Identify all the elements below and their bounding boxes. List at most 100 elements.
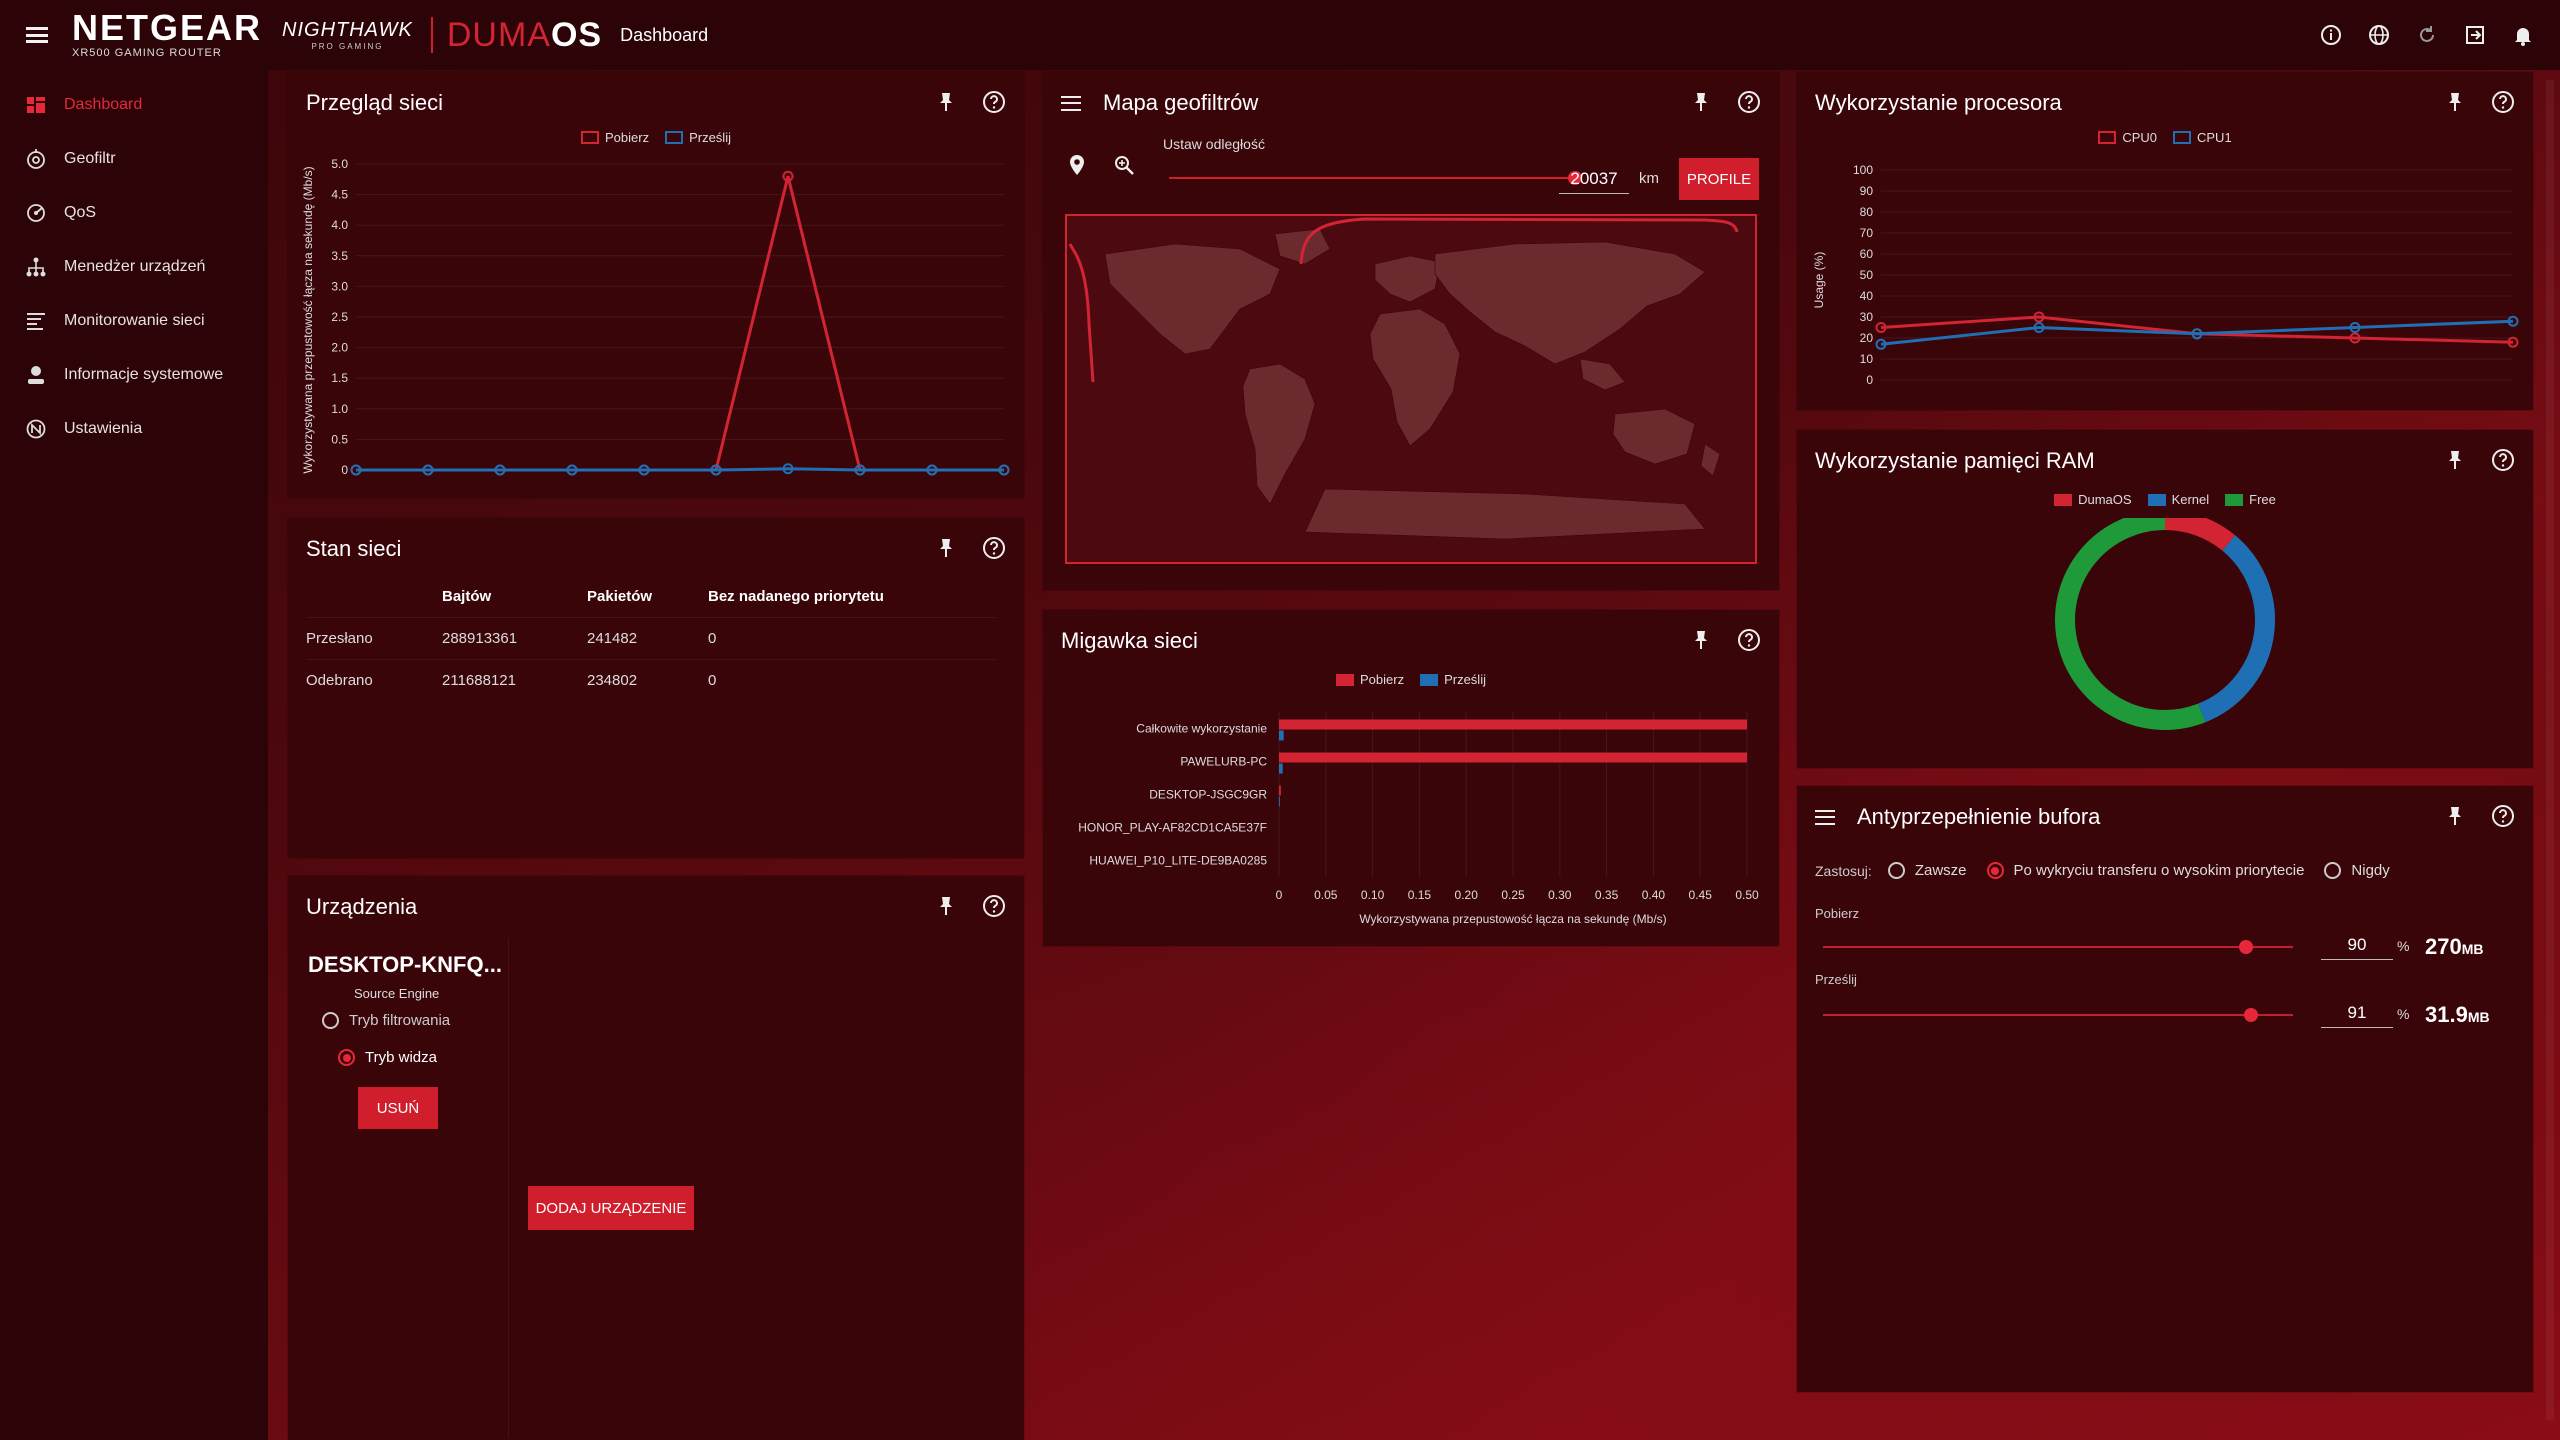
pin-icon[interactable] [934, 90, 958, 114]
option-high-priority[interactable]: Po wykryciu transferu o wysokim prioryte… [1986, 862, 2305, 879]
download-slider-thumb[interactable] [2239, 940, 2253, 954]
download-slider[interactable] [1823, 946, 2293, 948]
sidebar-item-device-manager[interactable]: Menedżer urządzeń [0, 240, 268, 294]
upload-label: Prześlij [1815, 972, 1857, 987]
info-icon[interactable] [2318, 22, 2344, 48]
y-tick-label: 5.0 [331, 157, 348, 171]
radio-label: Zawsze [1914, 862, 1967, 879]
bell-icon[interactable] [2510, 22, 2536, 48]
zoom-icon[interactable] [1113, 154, 1135, 181]
upload-size: 31.9MB [2425, 1002, 2490, 1028]
refresh-icon[interactable] [2414, 22, 2440, 48]
bar-upload [1279, 796, 1280, 807]
pin-icon[interactable] [2443, 804, 2467, 828]
radio-button[interactable] [322, 1012, 339, 1029]
sidebar-item-geofiltr[interactable]: Geofiltr [0, 132, 268, 186]
help-icon[interactable] [2491, 90, 2515, 114]
category-label: HUAWEI_P10_LITE-DE9BA0285 [1089, 854, 1267, 868]
radio-button[interactable] [2324, 862, 2342, 879]
dumaos-logo: DUMAOS [447, 16, 602, 55]
help-icon[interactable] [982, 90, 1006, 114]
page-scrollbar[interactable] [2546, 80, 2554, 1420]
download-size-value: 270 [2425, 934, 2462, 959]
bar-upload [1279, 730, 1284, 741]
brand-name: NETGEAR [72, 7, 263, 48]
card-title: Przegląd sieci [306, 90, 443, 115]
download-percent-input[interactable]: 90 [2321, 932, 2393, 960]
location-pin-icon[interactable] [1067, 154, 1087, 181]
sidebar-item-label: Ustawienia [64, 420, 143, 437]
category-label: Całkowite wykorzystanie [1136, 722, 1267, 736]
y-tick-label: 4.0 [331, 218, 348, 232]
chart-legend: Pobierz Prześlij [1043, 672, 1779, 687]
y-tick-label: 10 [1860, 352, 1874, 366]
card-menu-icon[interactable] [1061, 95, 1081, 111]
pin-icon[interactable] [1689, 628, 1713, 652]
sidebar-item-qos[interactable]: QoS [0, 186, 268, 240]
menu-icon[interactable] [26, 27, 48, 43]
radio-label: Nigdy [2351, 862, 2390, 879]
help-icon[interactable] [2491, 804, 2515, 828]
mode-filter-radio[interactable]: Tryb filtrowania [322, 1012, 450, 1029]
system-info-icon [24, 363, 48, 387]
sidebar-item-label: Geofiltr [64, 150, 116, 167]
option-always[interactable]: Zawsze [1887, 862, 1967, 879]
distance-slider[interactable] [1169, 177, 1575, 179]
upload-percent-input[interactable]: 91 [2321, 1000, 2393, 1028]
pin-icon[interactable] [1689, 90, 1713, 114]
distance-unit: km [1639, 170, 1659, 187]
logout-icon[interactable] [2462, 22, 2488, 48]
add-device-button[interactable]: DODAJ URZĄDZENIE [528, 1186, 694, 1230]
geofilter-map-card: Mapa geofiltrów Ustaw odległość 20037 km… [1043, 72, 1779, 590]
radio-button[interactable] [1887, 862, 1905, 879]
network-state-table: Bajtów Pakietów Bez nadanego priorytetu … [306, 580, 996, 701]
upload-slider-thumb[interactable] [2243, 1008, 2258, 1022]
radio-label: Po wykryciu transferu o wysokim prioryte… [2013, 862, 2305, 879]
distance-input[interactable]: 20037 [1559, 166, 1629, 194]
x-tick-label: 0.25 [1501, 888, 1525, 902]
y-tick-label: 4.5 [331, 188, 348, 202]
radio-button[interactable] [338, 1049, 355, 1066]
pin-icon[interactable] [934, 536, 958, 560]
category-label: PAWELURB-PC [1180, 755, 1267, 769]
help-icon[interactable] [2491, 448, 2515, 472]
help-icon[interactable] [1737, 628, 1761, 652]
sidebar-item-system-info[interactable]: Informacje systemowe [0, 348, 268, 402]
table-row: Przesłano 288913361 241482 0 [306, 617, 996, 660]
dumaos-logo-a: DUMA [446, 15, 551, 54]
radio-button[interactable] [1986, 862, 2004, 879]
donut-slice [2055, 518, 2206, 730]
sidebar-item-network-monitor[interactable]: Monitorowanie sieci [0, 294, 268, 348]
globe-icon[interactable] [2366, 22, 2392, 48]
geofilter-icon [24, 147, 48, 171]
help-icon[interactable] [982, 536, 1006, 560]
pin-icon[interactable] [2443, 90, 2467, 114]
help-icon[interactable] [982, 894, 1006, 918]
mode-spectator-radio[interactable]: Tryb widza [338, 1049, 437, 1066]
pin-icon[interactable] [934, 894, 958, 918]
world-map[interactable] [1065, 214, 1757, 564]
sidebar-item-dashboard[interactable]: Dashboard [0, 78, 268, 132]
card-menu-icon[interactable] [1815, 809, 1835, 825]
nighthawk-text: NIGHTHAWK [282, 19, 413, 41]
sidebar-item-label: Menedżer urządzeń [64, 258, 206, 275]
option-never[interactable]: Nigdy [2324, 862, 2390, 879]
network-overview-chart: Wykorzystywana przepustowość łącza na se… [301, 157, 1010, 477]
sidebar-item-settings[interactable]: Ustawienia [0, 402, 268, 456]
y-tick-label: 30 [1860, 310, 1874, 324]
profile-button[interactable]: PROFILE [1679, 158, 1759, 200]
download-label: Pobierz [1815, 906, 1860, 921]
x-tick-label: 0.15 [1408, 888, 1432, 902]
column-header: Pakietów [587, 588, 653, 605]
upload-slider[interactable] [1823, 1014, 2293, 1016]
remove-button[interactable]: USUŃ [358, 1087, 438, 1129]
netgear-logo: NETGEAR XR500 GAMING ROUTER [72, 7, 263, 60]
pin-icon[interactable] [2443, 448, 2467, 472]
help-icon[interactable] [1737, 90, 1761, 114]
apply-label: Zastosuj: [1815, 862, 1872, 879]
network-snapshot-card: Migawka sieci Pobierz Prześlij 0 0.05 0.10… [1043, 610, 1779, 946]
nighthawk-logo: NIGHTHAWK PRO GAMING [282, 19, 413, 51]
donut-slice [2164, 518, 2236, 551]
column-header: Bajtów [442, 588, 492, 605]
bar-download [1279, 785, 1281, 796]
